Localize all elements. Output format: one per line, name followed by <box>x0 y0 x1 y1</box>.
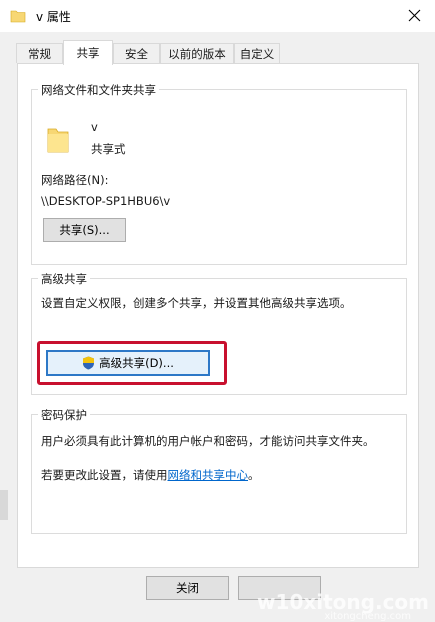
sharing-panel: 网络文件和文件夹共享 v 共享式 网络路径(N): \\DESKTOP-SP1H… <box>17 63 419 568</box>
advanced-sharing-group: 高级共享 设置自定义权限，创建多个共享，并设置其他高级共享选项。 高级共享(D)… <box>31 271 407 395</box>
password-protection-group: 密码保护 用户必须具有此计算机的用户帐户和密码，才能访问共享文件夹。 若要更改此… <box>31 407 407 534</box>
close-button[interactable] <box>401 3 427 27</box>
tab-previous-versions[interactable]: 以前的版本 <box>160 43 234 63</box>
advanced-sharing-button[interactable]: 高级共享(D)... <box>46 350 210 376</box>
close-dialog-button[interactable]: 关闭 <box>146 576 229 600</box>
network-path-label: 网络路径(N): <box>41 173 109 187</box>
change-setting-prefix: 若要更改此设置，请使用 <box>41 468 168 482</box>
tab-general[interactable]: 常规 <box>16 43 63 63</box>
properties-dialog: v 属性 常规 共享 安全 以前的版本 自定义 网络文件和文件夹共享 v 共享式… <box>0 0 435 622</box>
background-strip <box>0 490 8 520</box>
folder-icon <box>10 10 26 23</box>
window-title: v 属性 <box>36 10 71 24</box>
share-button[interactable]: 共享(S)... <box>43 218 126 242</box>
close-icon <box>408 9 420 21</box>
change-setting-suffix: 。 <box>248 468 260 482</box>
shield-icon <box>83 356 95 370</box>
folder-share-status: 共享式 <box>91 142 126 156</box>
network-sharing-center-link[interactable]: 网络和共享中心 <box>168 468 249 482</box>
tab-customize[interactable]: 自定义 <box>234 43 280 63</box>
watermark-subtext: xitongcheng.com <box>324 611 411 622</box>
advanced-sharing-button-label: 高级共享(D)... <box>99 356 174 370</box>
password-protection-description: 用户必须具有此计算机的用户帐户和密码，才能访问共享文件夹。 <box>41 434 375 448</box>
tab-security[interactable]: 安全 <box>113 43 160 63</box>
folder-name: v <box>91 120 98 134</box>
advanced-sharing-title: 高级共享 <box>38 271 90 287</box>
tab-sharing[interactable]: 共享 <box>63 40 113 65</box>
network-sharing-group: 网络文件和文件夹共享 v 共享式 网络路径(N): \\DESKTOP-SP1H… <box>31 82 407 265</box>
network-sharing-title: 网络文件和文件夹共享 <box>38 82 159 98</box>
change-setting-text: 若要更改此设置，请使用网络和共享中心。 <box>41 467 260 483</box>
network-path-value: \\DESKTOP-SP1HBU6\v <box>41 194 171 208</box>
title-bar: v 属性 <box>0 0 435 32</box>
folder-icon <box>47 128 69 153</box>
advanced-sharing-description: 设置自定义权限，创建多个共享，并设置其他高级共享选项。 <box>41 296 352 310</box>
password-protection-title: 密码保护 <box>38 407 90 423</box>
